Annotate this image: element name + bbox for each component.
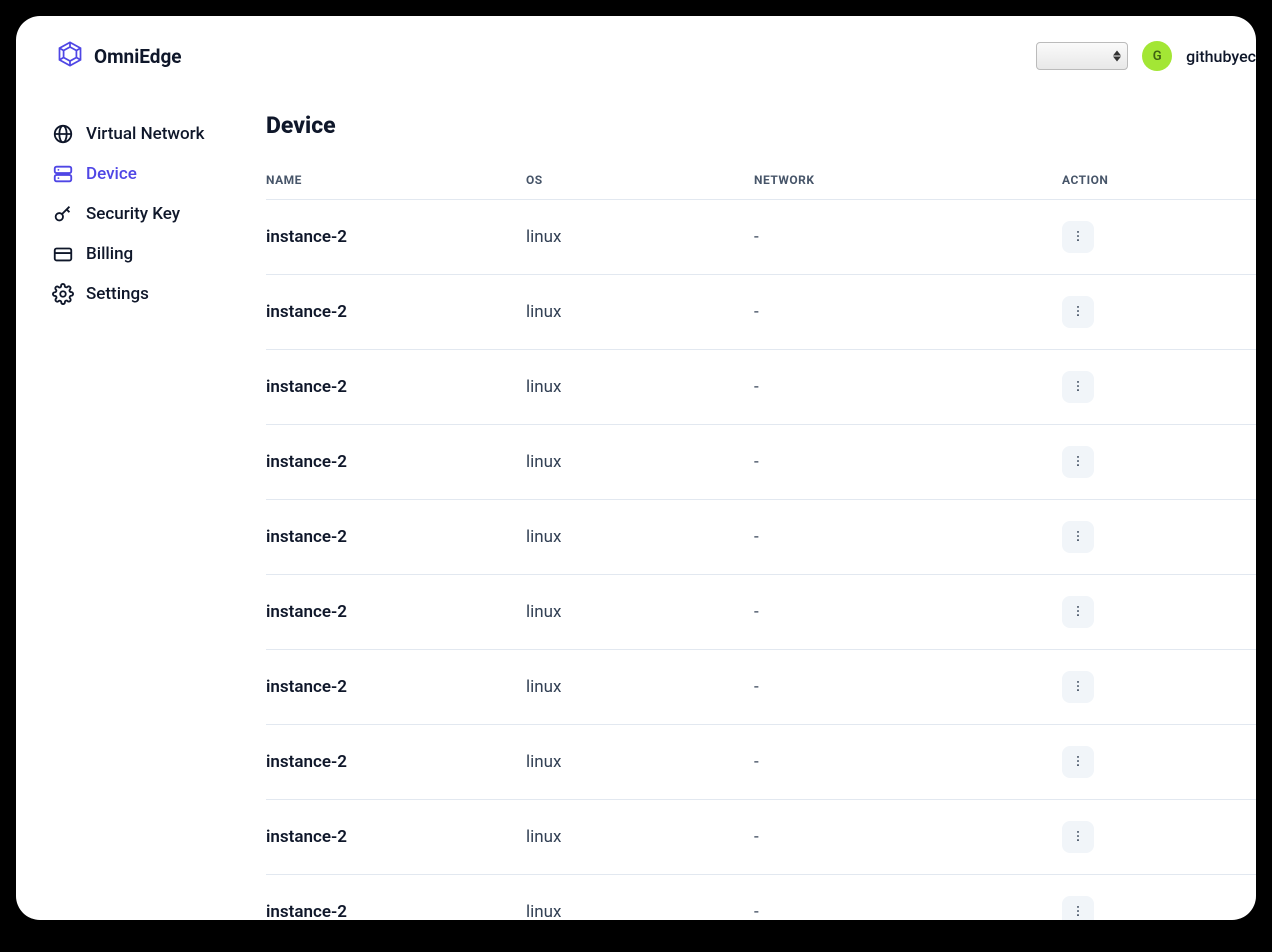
avatar[interactable]: G: [1142, 41, 1172, 71]
sidebar-item-billing[interactable]: Billing: [52, 234, 226, 274]
device-os: linux: [526, 875, 754, 921]
device-network: -: [754, 275, 1062, 350]
sidebar-item-label: Virtual Network: [86, 124, 205, 144]
table-row: instance-2linux-: [266, 725, 1256, 800]
more-vertical-icon: [1071, 679, 1085, 696]
settings-icon: [52, 283, 74, 305]
more-vertical-icon: [1071, 529, 1085, 546]
table-row: instance-2linux-: [266, 575, 1256, 650]
device-network: -: [754, 500, 1062, 575]
sidebar: Virtual Network Device Security Key Bill…: [16, 96, 226, 920]
device-os: linux: [526, 350, 754, 425]
sidebar-item-label: Billing: [86, 244, 133, 264]
device-os: linux: [526, 800, 754, 875]
row-actions-button[interactable]: [1062, 296, 1094, 328]
row-actions-button[interactable]: [1062, 896, 1094, 920]
table-row: instance-2linux-: [266, 350, 1256, 425]
avatar-letter: G: [1153, 49, 1162, 64]
col-header-action: ACTION: [1062, 161, 1256, 200]
more-vertical-icon: [1071, 754, 1085, 771]
table-row: instance-2linux-: [266, 875, 1256, 921]
table-row: instance-2linux-: [266, 200, 1256, 275]
device-name: instance-2: [266, 425, 526, 500]
page-title: Device: [266, 112, 1256, 139]
header: OmniEdge G githubyec: [16, 16, 1256, 96]
device-network: -: [754, 575, 1062, 650]
header-select[interactable]: [1036, 42, 1128, 70]
device-os: linux: [526, 425, 754, 500]
device-name: instance-2: [266, 800, 526, 875]
more-vertical-icon: [1071, 229, 1085, 246]
device-network: -: [754, 650, 1062, 725]
row-actions-button[interactable]: [1062, 671, 1094, 703]
row-actions-button[interactable]: [1062, 821, 1094, 853]
device-name: instance-2: [266, 350, 526, 425]
device-name: instance-2: [266, 650, 526, 725]
col-header-name: NAME: [266, 161, 526, 200]
sidebar-item-device[interactable]: Device: [52, 154, 226, 194]
app-window: OmniEdge G githubyec Virtual Network: [16, 16, 1256, 920]
logo-icon: [56, 40, 84, 72]
device-os: linux: [526, 650, 754, 725]
device-name: instance-2: [266, 575, 526, 650]
row-actions-button[interactable]: [1062, 596, 1094, 628]
sidebar-item-label: Settings: [86, 284, 149, 304]
device-name: instance-2: [266, 200, 526, 275]
device-os: linux: [526, 275, 754, 350]
device-icon: [52, 163, 74, 185]
row-actions-button[interactable]: [1062, 746, 1094, 778]
select-chevrons-icon: [1113, 51, 1121, 62]
row-actions-button[interactable]: [1062, 221, 1094, 253]
more-vertical-icon: [1071, 304, 1085, 321]
table-row: instance-2linux-: [266, 800, 1256, 875]
device-network: -: [754, 425, 1062, 500]
more-vertical-icon: [1071, 829, 1085, 846]
header-right: G githubyec: [1036, 41, 1256, 71]
col-header-network: NETWORK: [754, 161, 1062, 200]
device-network: -: [754, 800, 1062, 875]
more-vertical-icon: [1071, 454, 1085, 471]
globe-icon: [52, 123, 74, 145]
more-vertical-icon: [1071, 379, 1085, 396]
device-name: instance-2: [266, 725, 526, 800]
main: Device NAME OS NETWORK ACTION instance-2…: [226, 96, 1256, 920]
table-row: instance-2linux-: [266, 425, 1256, 500]
more-vertical-icon: [1071, 904, 1085, 921]
device-os: linux: [526, 725, 754, 800]
col-header-os: OS: [526, 161, 754, 200]
billing-icon: [52, 243, 74, 265]
device-name: instance-2: [266, 500, 526, 575]
device-network: -: [754, 350, 1062, 425]
row-actions-button[interactable]: [1062, 521, 1094, 553]
sidebar-item-security-key[interactable]: Security Key: [52, 194, 226, 234]
device-os: linux: [526, 200, 754, 275]
brand[interactable]: OmniEdge: [56, 40, 182, 72]
device-os: linux: [526, 575, 754, 650]
username[interactable]: githubyec: [1186, 47, 1256, 66]
sidebar-item-virtual-network[interactable]: Virtual Network: [52, 114, 226, 154]
key-icon: [52, 203, 74, 225]
device-os: linux: [526, 500, 754, 575]
table-row: instance-2linux-: [266, 650, 1256, 725]
device-network: -: [754, 875, 1062, 921]
more-vertical-icon: [1071, 604, 1085, 621]
table-row: instance-2linux-: [266, 275, 1256, 350]
sidebar-item-settings[interactable]: Settings: [52, 274, 226, 314]
device-name: instance-2: [266, 875, 526, 921]
row-actions-button[interactable]: [1062, 446, 1094, 478]
sidebar-item-label: Device: [86, 164, 137, 184]
device-network: -: [754, 200, 1062, 275]
device-network: -: [754, 725, 1062, 800]
body: Virtual Network Device Security Key Bill…: [16, 96, 1256, 920]
brand-name: OmniEdge: [94, 45, 182, 68]
device-table: NAME OS NETWORK ACTION instance-2linux-i…: [266, 161, 1256, 920]
row-actions-button[interactable]: [1062, 371, 1094, 403]
table-row: instance-2linux-: [266, 500, 1256, 575]
device-name: instance-2: [266, 275, 526, 350]
sidebar-item-label: Security Key: [86, 204, 180, 224]
